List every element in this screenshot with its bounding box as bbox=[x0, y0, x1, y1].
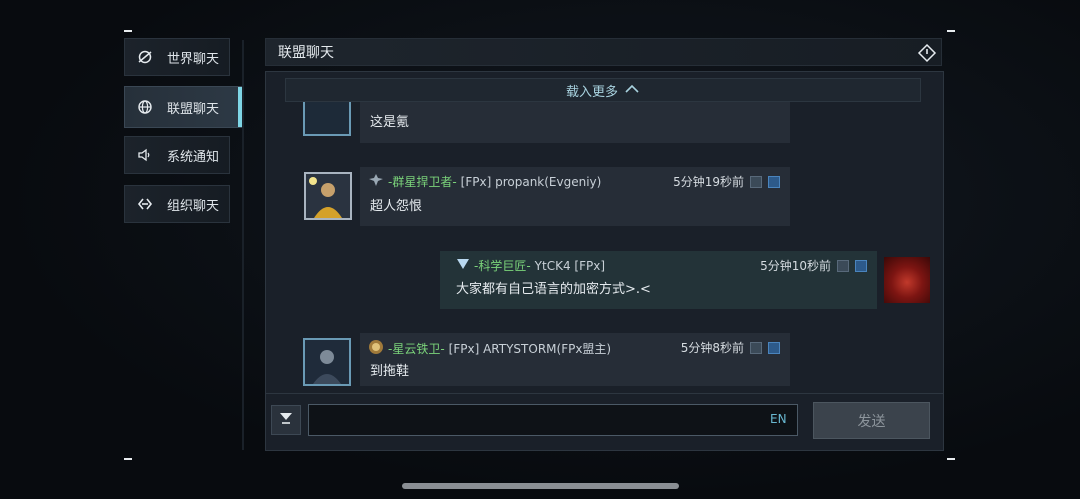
avatar[interactable] bbox=[303, 338, 351, 386]
message-text: 到拖鞋 bbox=[370, 364, 410, 379]
chevron-up-icon bbox=[624, 83, 640, 98]
message-header: -科学巨匠- YtCK4 [FPx] bbox=[456, 257, 605, 274]
sidebar-item-label: 系统通知 bbox=[167, 149, 220, 165]
chat-message: -星云铁卫- [FPx] ARTYSTORM(FPx盟主) 5分钟8秒前 到拖鞋 bbox=[360, 333, 790, 386]
chat-input[interactable] bbox=[308, 404, 798, 436]
chat-message-self: -科学巨匠- YtCK4 [FPx] 5分钟10秒前 大家都有自己语言的加密方式… bbox=[440, 251, 877, 309]
message-time: 5分钟10秒前 bbox=[760, 257, 867, 274]
pin-icon[interactable] bbox=[855, 259, 867, 272]
sidebar-item-world-chat[interactable]: 世界聊天 bbox=[124, 38, 230, 76]
sidebar-item-system-notice[interactable]: 系统通知 bbox=[124, 136, 230, 174]
page-title: 联盟聊天 bbox=[278, 45, 334, 61]
avatar[interactable] bbox=[303, 102, 351, 136]
rank-badge-icon bbox=[456, 258, 470, 273]
sidebar-item-org-chat[interactable]: 组织聊天 bbox=[124, 185, 230, 223]
sidebar-item-label: 联盟聊天 bbox=[167, 101, 220, 117]
message-text: 大家都有自己语言的加密方式>.< bbox=[456, 282, 651, 297]
message-text: 这是氪 bbox=[370, 115, 410, 130]
language-toggle[interactable]: EN bbox=[770, 412, 787, 426]
player-name[interactable]: YtCK4 [FPx] bbox=[535, 259, 605, 273]
timestamp: 5分钟8秒前 bbox=[680, 341, 744, 355]
copy-icon[interactable] bbox=[750, 341, 762, 354]
pin-icon[interactable] bbox=[768, 341, 780, 354]
corner-bracket bbox=[947, 30, 955, 40]
chevron-down-icon bbox=[278, 410, 294, 430]
pin-icon[interactable] bbox=[768, 175, 780, 188]
message-header: -星云铁卫- [FPx] ARTYSTORM(FPx盟主) bbox=[368, 339, 611, 358]
message-time: 5分钟8秒前 bbox=[681, 339, 780, 356]
home-indicator[interactable] bbox=[402, 483, 679, 489]
expand-button[interactable] bbox=[271, 405, 301, 435]
message-header: -群星捍卫者- [FPx] propank(Evgeniy) bbox=[368, 173, 601, 190]
avatar[interactable] bbox=[304, 172, 352, 220]
sidebar-item-label: 世界聊天 bbox=[167, 51, 220, 67]
speaker-icon bbox=[137, 147, 153, 163]
sidebar-item-label: 组织聊天 bbox=[167, 198, 220, 214]
corner-bracket bbox=[124, 458, 132, 468]
send-button[interactable]: 发送 bbox=[813, 402, 930, 439]
globe-swirl-icon bbox=[137, 49, 153, 65]
divider bbox=[266, 393, 943, 394]
chat-message: -群星捍卫者- [FPx] propank(Evgeniy) 5分钟19秒前 超… bbox=[360, 167, 790, 226]
chat-message: 这是氪 bbox=[360, 102, 790, 143]
game-chat-screen: 世界聊天 联盟聊天 系统通知 组织聊天 联盟聊天 载入更多 这是氪 -群星捍卫者… bbox=[0, 0, 1080, 499]
guild-name: -科学巨匠- bbox=[474, 259, 531, 273]
guild-name: -群星捍卫者- bbox=[388, 175, 457, 189]
corner-bracket bbox=[947, 458, 955, 468]
rank-badge-icon bbox=[368, 339, 384, 358]
rank-badge-icon bbox=[368, 173, 384, 190]
player-name[interactable]: [FPx] ARTYSTORM(FPx盟主) bbox=[449, 340, 611, 357]
link-diamond-icon bbox=[137, 196, 153, 212]
message-time: 5分钟19秒前 bbox=[673, 173, 780, 190]
globe-icon bbox=[137, 99, 153, 115]
copy-icon[interactable] bbox=[837, 259, 849, 272]
sidebar-item-alliance-chat[interactable]: 联盟聊天 bbox=[124, 86, 242, 128]
load-more-label: 载入更多 bbox=[565, 84, 618, 100]
sidebar-divider bbox=[242, 40, 244, 450]
exit-icon[interactable] bbox=[917, 43, 937, 63]
chat-header: 联盟聊天 bbox=[265, 38, 942, 66]
player-name[interactable]: [FPx] propank(Evgeniy) bbox=[461, 175, 602, 189]
avatar[interactable] bbox=[884, 257, 930, 303]
message-text: 超人怨恨 bbox=[370, 199, 423, 214]
timestamp: 5分钟10秒前 bbox=[760, 259, 831, 273]
guild-name: -星云铁卫- bbox=[388, 342, 445, 356]
timestamp: 5分钟19秒前 bbox=[673, 175, 744, 189]
copy-icon[interactable] bbox=[750, 175, 762, 188]
load-more-button[interactable]: 载入更多 bbox=[285, 78, 921, 102]
